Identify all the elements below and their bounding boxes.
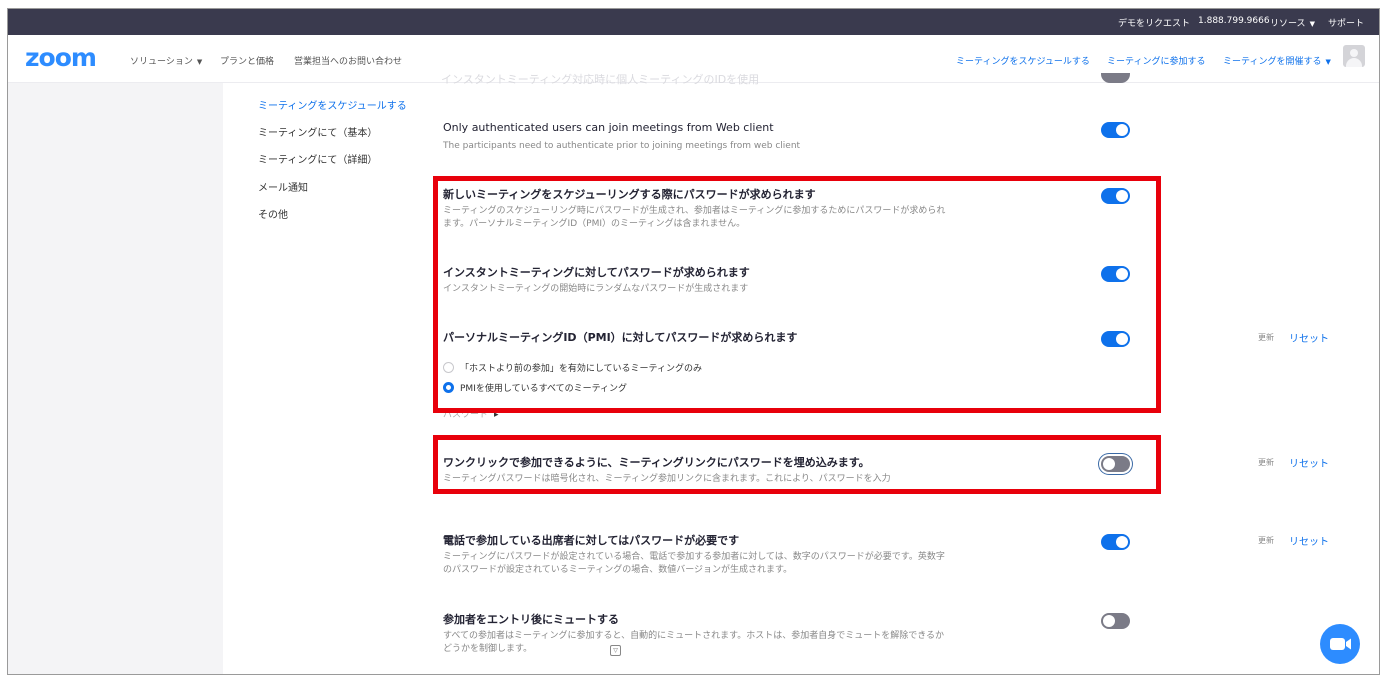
solutions-label: ソリューション [130, 57, 193, 67]
expand-icon[interactable]: ▽ [610, 645, 621, 656]
updated-label: 更新 [1258, 333, 1274, 342]
contact-sales-link[interactable]: 営業担当へのお問い合わせ [294, 54, 402, 67]
pricing-link[interactable]: プランと価格 [220, 54, 274, 67]
chevron-down-icon: ▼ [196, 58, 203, 66]
subnav-schedule-meeting[interactable]: ミーティングをスケジュールする [258, 97, 407, 112]
schedule-meeting-link[interactable]: ミーティングをスケジュールする [956, 54, 1090, 67]
top-utility-bar: デモをリクエスト 1.888.799.9666 リソース ▼ サポート [8, 9, 1379, 35]
toggle-auth-web[interactable] [1101, 122, 1130, 138]
video-camera-icon [1330, 638, 1351, 650]
request-demo-link[interactable]: デモをリクエスト [1118, 16, 1190, 29]
reset-link[interactable]: リセット [1289, 533, 1329, 548]
solutions-menu[interactable]: ソリューション ▼ [130, 54, 202, 67]
setting-desc-pw-phone: ミーティングにパスワードが設定されている場合、電話で参加する参加者に対しては、数… [443, 552, 945, 575]
phone-number: 1.888.799.9666 [1198, 16, 1270, 26]
toggle-knob [1116, 124, 1128, 136]
setting-desc-auth-web: The participants need to authenticate pr… [443, 141, 801, 151]
setting-title-pw-phone: 電話で参加している出席者に対してはパスワードが必要です [443, 534, 740, 547]
chevron-down-icon: ▼ [1325, 58, 1331, 66]
toggle-knob [1103, 615, 1115, 627]
reset-link[interactable]: リセット [1289, 330, 1329, 345]
zoom-floating-button[interactable] [1320, 624, 1360, 664]
avatar-head-shape [1350, 49, 1358, 57]
setting-title-mute-entry: 参加者をエントリ後にミュートする [443, 613, 619, 626]
subnav-in-meeting-basic[interactable]: ミーティングにて（基本） [258, 124, 377, 139]
chevron-down-icon: ▼ [1309, 20, 1315, 28]
toggle-mute-entry[interactable] [1101, 613, 1130, 629]
join-meeting-link[interactable]: ミーティングに参加する [1107, 54, 1205, 67]
zoom-logo[interactable]: zoom [25, 43, 97, 72]
setting-title-auth-web: Only authenticated users can join meetin… [443, 121, 774, 134]
reset-link[interactable]: リセット [1289, 455, 1329, 470]
avatar-body-shape [1346, 58, 1362, 67]
resources-label: リソース [1270, 19, 1306, 29]
scrolled-section-heading: インスタントミーティング対応時に個人ミーティングのIDを使用 [441, 73, 760, 86]
host-meeting-menu[interactable]: ミーティングを開催する ▼ [1223, 54, 1331, 67]
highlight-box-embed-password [433, 435, 1161, 494]
updated-label: 更新 [1258, 536, 1274, 545]
resources-menu[interactable]: リソース ▼ [1270, 16, 1315, 29]
subnav-email-notification[interactable]: メール通知 [258, 179, 308, 194]
setting-desc-mute-entry: すべての参加者はミーティングに参加すると、自動的にミュートされます。ホストは、参… [443, 631, 945, 654]
browser-frame: デモをリクエスト 1.888.799.9666 リソース ▼ サポート zoom … [7, 8, 1380, 675]
toggle-pw-phone[interactable] [1101, 534, 1130, 550]
partial-toggle[interactable] [1101, 73, 1130, 83]
avatar[interactable] [1343, 45, 1365, 67]
host-meeting-label: ミーティングを開催する [1223, 57, 1322, 67]
highlight-box-password-settings [433, 176, 1161, 413]
subnav-in-meeting-advanced[interactable]: ミーティングにて（詳細） [258, 151, 377, 166]
left-sidebar-panel [8, 83, 223, 674]
updated-label: 更新 [1258, 458, 1274, 467]
toggle-knob [1116, 536, 1128, 548]
subnav-other[interactable]: その他 [258, 206, 288, 221]
support-link[interactable]: サポート [1328, 16, 1364, 29]
